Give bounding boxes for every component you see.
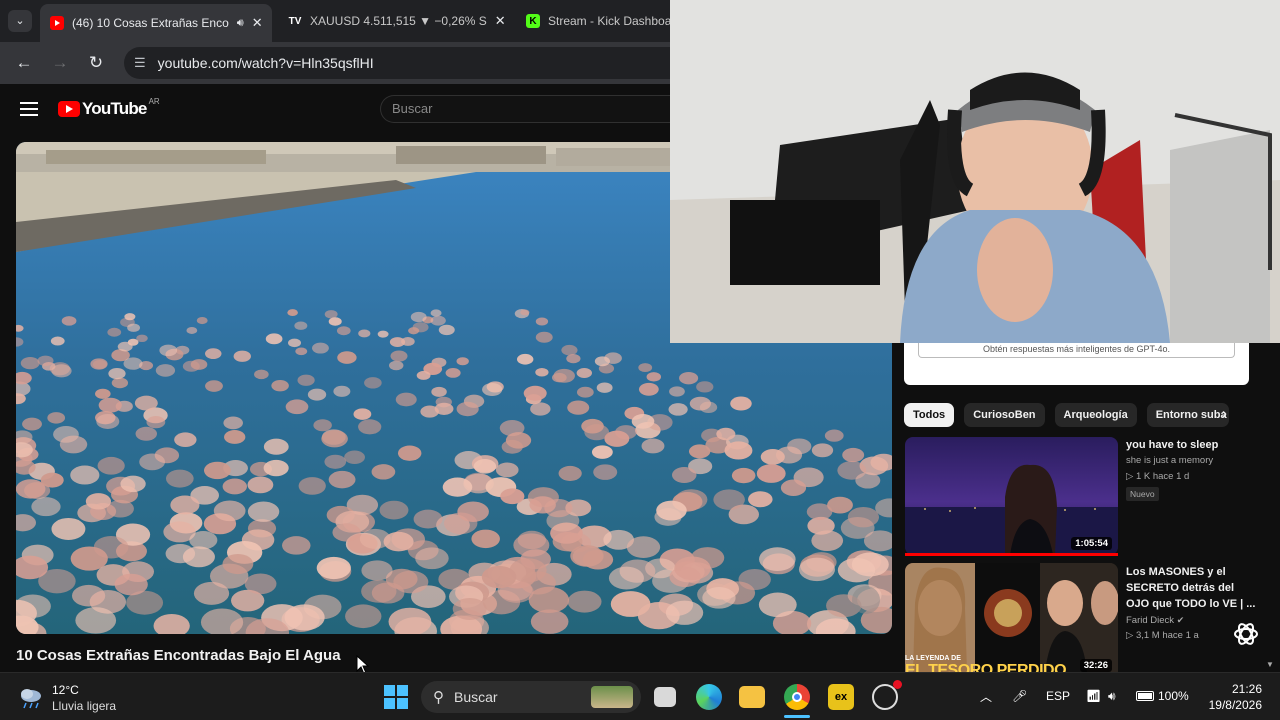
- chip-curiosoben[interactable]: CuriosoBen: [964, 403, 1045, 427]
- system-clock[interactable]: 21:26 19/8/2026: [1200, 681, 1262, 713]
- scroll-down-arrow-icon[interactable]: ▼: [1266, 660, 1274, 669]
- close-icon[interactable]: ✕: [244, 15, 263, 31]
- tab-youtube[interactable]: (46) 10 Cosas Extrañas Enco 🔊︎ ✕: [40, 4, 272, 42]
- recommendation-meta: ▷ 1 K hace 1 d: [1126, 471, 1190, 482]
- tab-tradingview[interactable]: TV XAUUSD 4.511,515 ▼ −0,26% S ✕: [278, 6, 508, 36]
- video-duration: 32:26: [1079, 659, 1112, 672]
- webcam-frame: [670, 0, 1280, 343]
- youtube-icon: [50, 16, 64, 30]
- wifi-icon[interactable]: 📶︎: [1086, 689, 1101, 703]
- recommendation-channel[interactable]: she is just a memory: [1126, 453, 1213, 469]
- recommendation-channel[interactable]: Farid Dieck ✔︎: [1126, 612, 1184, 629]
- youtube-logo[interactable]: YouTube AR: [58, 97, 160, 119]
- battery-indicator[interactable]: 100%: [1136, 689, 1189, 703]
- edge-icon[interactable]: [696, 684, 722, 710]
- tradingview-icon: TV: [288, 15, 302, 27]
- address-bar[interactable]: ☰ youtube.com/watch?v=Hln35qsflHI: [124, 47, 670, 79]
- recommendation-thumbnail[interactable]: 1:05:54: [905, 437, 1118, 555]
- youtube-header: YouTube AR Buscar: [0, 84, 670, 134]
- chip-todos[interactable]: Todos: [904, 403, 955, 427]
- verified-icon: ✔︎: [1176, 615, 1185, 625]
- chatgpt-app-icon[interactable]: [872, 680, 902, 710]
- battery-icon: [1136, 691, 1154, 701]
- tab-title: Stream - Kick Dashboard: [548, 14, 670, 28]
- task-view-icon[interactable]: [654, 687, 676, 707]
- weather-temperature: 12°C: [52, 683, 79, 697]
- ad-banner[interactable]: Obtén respuestas más inteligentes de GPT…: [904, 343, 1249, 385]
- recommendation-title[interactable]: Los MASONES y el SECRETO detrás del OJO …: [1126, 564, 1256, 612]
- video-title: 10 Cosas Extrañas Encontradas Bajo El Ag…: [16, 647, 341, 664]
- back-button[interactable]: ←: [6, 53, 42, 73]
- clock-time: 21:26: [1231, 682, 1262, 696]
- search-highlight-icon: [591, 686, 633, 708]
- language-indicator[interactable]: ESP: [1046, 689, 1070, 703]
- webcam-overlay: [670, 0, 1280, 343]
- exness-icon[interactable]: ex: [828, 684, 854, 710]
- browser-toolbar: ← → ↻ ☰ youtube.com/watch?v=Hln35qsflHI: [0, 42, 670, 84]
- channel-watermark: [852, 586, 880, 614]
- youtube-play-icon: [58, 101, 80, 117]
- new-badge: Nuevo: [1126, 487, 1159, 501]
- forward-button[interactable]: →: [42, 53, 78, 73]
- recommendation-thumbnail[interactable]: LA LEYENDA DE EL TESORO PERDIDO 32:26: [905, 563, 1118, 672]
- volume-icon[interactable]: 🔊︎: [1108, 689, 1116, 704]
- chip-arqueologia[interactable]: Arqueología: [1054, 403, 1137, 427]
- watch-progress-bar: [905, 553, 1118, 556]
- speaker-icon[interactable]: 🔊︎: [237, 17, 244, 30]
- chevron-right-icon[interactable]: ›: [1222, 405, 1227, 422]
- search-icon: ⚲: [433, 689, 444, 706]
- close-icon[interactable]: ✕: [487, 13, 506, 29]
- video-duration: 1:05:54: [1071, 537, 1112, 550]
- chrome-icon[interactable]: [784, 684, 810, 710]
- search-input[interactable]: Buscar: [380, 95, 670, 123]
- taskbar-search[interactable]: ⚲ Buscar: [421, 681, 641, 713]
- active-app-indicator: [784, 715, 810, 718]
- reload-button[interactable]: ↻: [78, 53, 114, 73]
- file-explorer-icon[interactable]: [739, 686, 765, 708]
- windows-taskbar: 12°C Lluvia ligera ⚲ Buscar ex ︿ 🎤︎ ESP …: [0, 672, 1280, 720]
- microphone-icon[interactable]: 🎤︎: [1012, 689, 1027, 703]
- rain-cloud-icon: [21, 689, 41, 709]
- thumbnail-subtitle: LA LEYENDA DE: [905, 655, 961, 662]
- ad-text: Obtén respuestas más inteligentes de GPT…: [918, 343, 1235, 358]
- thumbnail-headline: EL TESORO PERDIDO: [905, 662, 1067, 672]
- chatgpt-icon[interactable]: [1232, 620, 1260, 648]
- site-info-icon[interactable]: ☰: [134, 55, 146, 71]
- browser-tab-strip: ⌄ (46) 10 Cosas Extrañas Enco 🔊︎ ✕ TV XA…: [0, 0, 670, 42]
- tab-search-button[interactable]: ⌄: [8, 10, 32, 32]
- tab-title: (46) 10 Cosas Extrañas Enco: [72, 16, 229, 30]
- menu-icon[interactable]: [20, 102, 38, 116]
- recommendation-meta: ▷ 3,1 M hace 1 a: [1126, 630, 1199, 641]
- kick-icon: K: [526, 14, 540, 28]
- clock-date: 19/8/2026: [1208, 698, 1262, 712]
- chevron-up-icon[interactable]: ︿: [980, 688, 992, 705]
- chip-entorno[interactable]: Entorno suba: [1146, 403, 1229, 427]
- url-text: youtube.com/watch?v=Hln35qsflHI: [157, 55, 374, 71]
- weather-widget[interactable]: 12°C Lluvia ligera: [18, 682, 116, 714]
- weather-description: Lluvia ligera: [52, 699, 117, 713]
- recommendation-title[interactable]: you have to sleep: [1126, 437, 1256, 453]
- filter-chips: Todos CuriosoBen Arqueología Entorno sub…: [904, 403, 1229, 427]
- tab-kick[interactable]: K Stream - Kick Dashboard: [516, 6, 670, 36]
- tab-title: XAUUSD 4.511,515 ▼ −0,26% S: [310, 14, 487, 28]
- windows-start-icon[interactable]: [384, 685, 408, 709]
